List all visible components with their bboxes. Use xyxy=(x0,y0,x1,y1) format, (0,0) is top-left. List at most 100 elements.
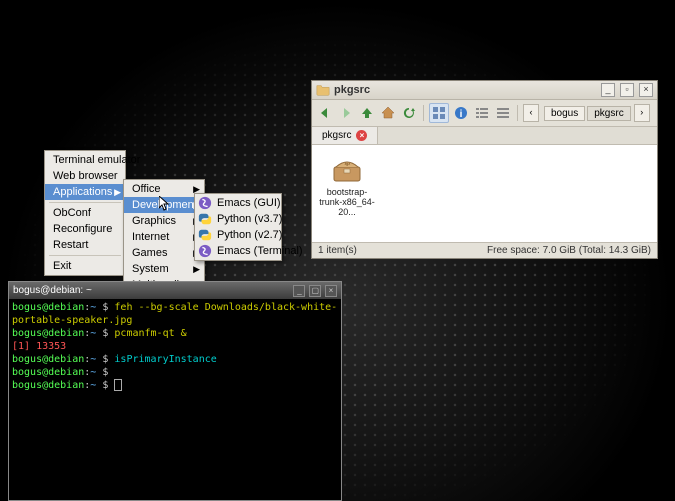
terminal-titlebar[interactable]: bogus@debian: ~ _ ▢ × xyxy=(9,282,341,299)
emacs-icon xyxy=(198,244,212,258)
maximize-button[interactable]: ▫ xyxy=(620,83,634,97)
menu-item-python27[interactable]: Python (v2.7) xyxy=(195,227,281,243)
fm-content[interactable]: .tgz bootstrap-trunk-x86_64-20... xyxy=(312,145,657,242)
nav-up-button[interactable] xyxy=(358,104,376,122)
toolbar-separator xyxy=(517,105,518,121)
file-bootstrap-archive[interactable]: .tgz bootstrap-trunk-x86_64-20... xyxy=(318,151,376,217)
menu-separator xyxy=(49,202,121,203)
prompt-path: ~ xyxy=(90,354,96,365)
menu-item-office[interactable]: Office▶ xyxy=(124,181,204,197)
nav-forward-button[interactable] xyxy=(337,104,355,122)
prompt-sym: $ xyxy=(102,302,108,313)
prompt-user: bogus@debian xyxy=(12,367,84,378)
prompt-path: ~ xyxy=(90,302,96,313)
menu-item-exit[interactable]: Exit xyxy=(45,258,125,274)
terminal-line: bogus@debian:~ $ feh --bg-scale Download… xyxy=(12,301,338,327)
menu-item-system[interactable]: System ▶ xyxy=(124,261,204,277)
label: Emacs (GUI) xyxy=(217,197,281,209)
menu-item-development[interactable]: Development▶ xyxy=(124,197,204,213)
menu-item-terminal-emulator[interactable]: Terminal emulator xyxy=(45,152,125,168)
label: Exit xyxy=(53,260,71,272)
tab-close-icon[interactable]: × xyxy=(356,130,367,141)
submenu-arrow-icon: ▶ xyxy=(114,187,121,198)
emacs-icon xyxy=(198,196,212,210)
menu-item-emacs-gui[interactable]: Emacs (GUI) xyxy=(195,195,281,211)
prompt-path: ~ xyxy=(90,380,96,391)
view-icons-button[interactable] xyxy=(429,103,449,123)
menu-separator xyxy=(49,255,121,256)
file-manager-window[interactable]: pkgsrc _ ▫ × i ‹ bogus pkgsrc › xyxy=(311,80,658,259)
label: System xyxy=(132,263,169,275)
label: Office xyxy=(132,183,161,195)
close-button[interactable]: × xyxy=(639,83,653,97)
menu-item-reconfigure[interactable]: Reconfigure xyxy=(45,221,125,237)
status-item-count: 1 item(s) xyxy=(318,245,357,256)
terminal-window[interactable]: bogus@debian: ~ _ ▢ × bogus@debian:~ $ f… xyxy=(8,281,342,501)
view-info-button[interactable]: i xyxy=(452,104,470,122)
minimize-button[interactable]: _ xyxy=(293,285,305,297)
label: Internet xyxy=(132,231,169,243)
menu-item-internet[interactable]: Internet▶ xyxy=(124,229,204,245)
toolbar-separator xyxy=(423,105,424,121)
label: Emacs (Terminal) xyxy=(217,245,303,257)
view-list-button[interactable] xyxy=(473,104,491,122)
menu-item-obconf[interactable]: ObConf xyxy=(45,205,125,221)
menu-item-restart[interactable]: Restart xyxy=(45,237,125,253)
path-segment-bogus[interactable]: bogus xyxy=(544,106,585,121)
prompt-path: ~ xyxy=(90,328,96,339)
path-scroll-left-button[interactable]: ‹ xyxy=(523,104,539,122)
path-scroll-right-button[interactable]: › xyxy=(634,104,650,122)
view-detailed-button[interactable] xyxy=(494,104,512,122)
svg-text:.tgz: .tgz xyxy=(344,161,350,166)
label: Restart xyxy=(53,239,88,251)
nav-home-button[interactable] xyxy=(379,104,397,122)
fm-tab-pkgsrc[interactable]: pkgsrc × xyxy=(312,127,378,144)
label: Web browser xyxy=(53,170,118,182)
minimize-button[interactable]: _ xyxy=(601,83,615,97)
close-button[interactable]: × xyxy=(325,285,337,297)
fm-toolbar: i ‹ bogus pkgsrc › xyxy=(312,100,657,127)
prompt-user: bogus@debian xyxy=(12,302,84,313)
menu-item-emacs-terminal[interactable]: Emacs (Terminal) xyxy=(195,243,281,259)
prompt-sym: $ xyxy=(102,328,108,339)
fm-titlebar[interactable]: pkgsrc _ ▫ × xyxy=(312,81,657,100)
nav-back-button[interactable] xyxy=(316,104,334,122)
label: Development xyxy=(132,199,197,211)
menu-item-games[interactable]: Games▶ xyxy=(124,245,204,261)
path-bar: bogus pkgsrc xyxy=(544,106,631,121)
label: Applications xyxy=(53,186,112,198)
window-buttons: _ ▢ × xyxy=(292,284,337,297)
fm-tabs: pkgsrc × xyxy=(312,127,657,145)
desktop: Terminal emulator Web browser Applicatio… xyxy=(0,0,675,501)
reload-button[interactable] xyxy=(400,104,418,122)
path-segment-pkgsrc[interactable]: pkgsrc xyxy=(587,106,630,121)
label: Python (v2.7) xyxy=(217,229,282,241)
prompt-user: bogus@debian xyxy=(12,354,84,365)
terminal-line: bogus@debian:~ $ xyxy=(12,366,338,379)
menu-item-web-browser[interactable]: Web browser xyxy=(45,168,125,184)
folder-icon xyxy=(316,83,330,97)
development-submenu: Emacs (GUI) Python (v3.7) Python (v2.7) … xyxy=(194,193,282,261)
label: Terminal emulator xyxy=(53,154,140,166)
label: Python (v3.7) xyxy=(217,213,282,225)
terminal-line: bogus@debian:~ $ pcmanfm-qt & xyxy=(12,327,338,340)
label: Reconfigure xyxy=(53,223,112,235)
prompt-sym: $ xyxy=(102,354,108,365)
submenu-arrow-icon: ▶ xyxy=(193,264,200,275)
label: Graphics xyxy=(132,215,176,227)
output: [1] 13353 xyxy=(12,341,66,352)
menu-item-graphics[interactable]: Graphics▶ xyxy=(124,213,204,229)
menu-item-applications[interactable]: Applications▶ xyxy=(45,184,125,200)
maximize-button[interactable]: ▢ xyxy=(309,285,321,297)
svg-text:i: i xyxy=(460,109,463,120)
root-menu: Terminal emulator Web browser Applicatio… xyxy=(44,150,126,276)
terminal-body[interactable]: bogus@debian:~ $ feh --bg-scale Download… xyxy=(9,299,341,394)
status-free-space: Free space: 7.0 GiB (Total: 14.3 GiB) xyxy=(487,245,651,256)
archive-icon: .tgz xyxy=(330,151,364,185)
python-icon xyxy=(198,212,212,226)
terminal-title: bogus@debian: ~ xyxy=(13,284,92,297)
menu-item-python37[interactable]: Python (v3.7) xyxy=(195,211,281,227)
label: ObConf xyxy=(53,207,91,219)
cursor xyxy=(114,379,122,391)
python-icon xyxy=(198,228,212,242)
